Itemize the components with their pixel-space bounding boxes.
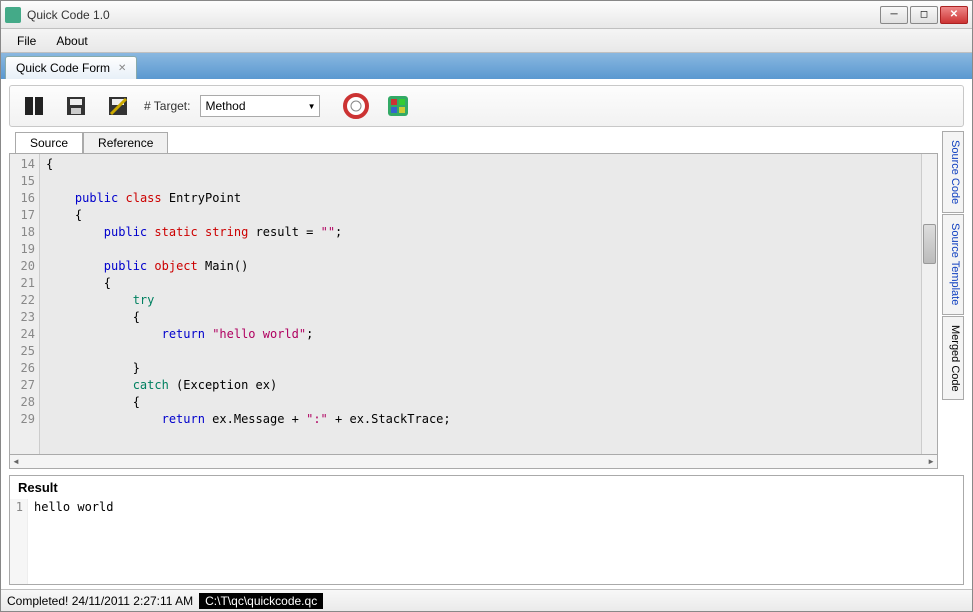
document-tabbar: Quick Code Form ✕	[1, 53, 972, 79]
vertical-scrollbar[interactable]	[921, 154, 937, 454]
titlebar: Quick Code 1.0 ─ ◻ ✕	[1, 1, 972, 29]
app-icon	[5, 7, 21, 23]
scrollbar-thumb[interactable]	[923, 224, 936, 264]
code-tabs: Source Reference	[9, 131, 938, 153]
side-tabs: Source Code Source Template Merged Code	[942, 131, 964, 469]
document-tab[interactable]: Quick Code Form ✕	[5, 56, 137, 79]
result-panel: Result 1 hello world	[9, 475, 964, 585]
new-button[interactable]	[18, 90, 50, 122]
result-line-gutter: 1	[10, 499, 28, 584]
windows-icon	[385, 93, 411, 119]
minimize-button[interactable]: ─	[880, 6, 908, 24]
menubar: File About	[1, 29, 972, 53]
box-icon	[21, 93, 47, 119]
run-button[interactable]	[382, 90, 414, 122]
target-dropdown[interactable]: Method ▼	[200, 95, 320, 117]
result-body: 1 hello world	[10, 499, 963, 584]
side-tab-source-template[interactable]: Source Template	[942, 214, 964, 314]
close-tab-icon[interactable]: ✕	[118, 63, 126, 74]
pencil-icon	[106, 94, 130, 118]
statusbar: Completed! 24/11/2011 2:27:11 AM C:\T\qc…	[1, 589, 972, 611]
code-editor[interactable]: 14151617181920212223242526272829 { publi…	[9, 153, 938, 455]
floppy-icon	[64, 94, 88, 118]
tab-reference[interactable]: Reference	[83, 132, 168, 154]
side-tab-source-code[interactable]: Source Code	[942, 131, 964, 213]
help-button[interactable]	[340, 90, 372, 122]
window-controls: ─ ◻ ✕	[880, 6, 968, 24]
edit-button[interactable]	[102, 90, 134, 122]
target-value: Method	[205, 99, 245, 113]
chevron-down-icon: ▼	[308, 102, 316, 111]
horizontal-scrollbar[interactable]: ◄►	[9, 455, 938, 469]
target-label: # Target:	[144, 99, 190, 113]
menu-about[interactable]: About	[46, 31, 97, 51]
result-title: Result	[10, 476, 963, 499]
main-column: Source Reference 14151617181920212223242…	[9, 131, 938, 469]
window-title: Quick Code 1.0	[27, 8, 880, 22]
tab-source[interactable]: Source	[15, 132, 83, 154]
toolbar: # Target: Method ▼	[9, 85, 964, 127]
close-button[interactable]: ✕	[940, 6, 968, 24]
side-tab-merged-code[interactable]: Merged Code	[942, 316, 964, 401]
lifebuoy-icon	[343, 93, 369, 119]
code-body[interactable]: { public class EntryPoint { public stati…	[40, 154, 921, 454]
maximize-button[interactable]: ◻	[910, 6, 938, 24]
status-message: Completed! 24/11/2011 2:27:11 AM	[7, 594, 193, 608]
document-tab-label: Quick Code Form	[16, 61, 110, 75]
status-filepath: C:\T\qc\quickcode.qc	[199, 593, 323, 609]
save-button[interactable]	[60, 90, 92, 122]
line-gutter: 14151617181920212223242526272829	[10, 154, 40, 454]
content-area: Source Reference 14151617181920212223242…	[9, 131, 964, 469]
menu-file[interactable]: File	[7, 31, 46, 51]
result-output: hello world	[28, 499, 119, 584]
